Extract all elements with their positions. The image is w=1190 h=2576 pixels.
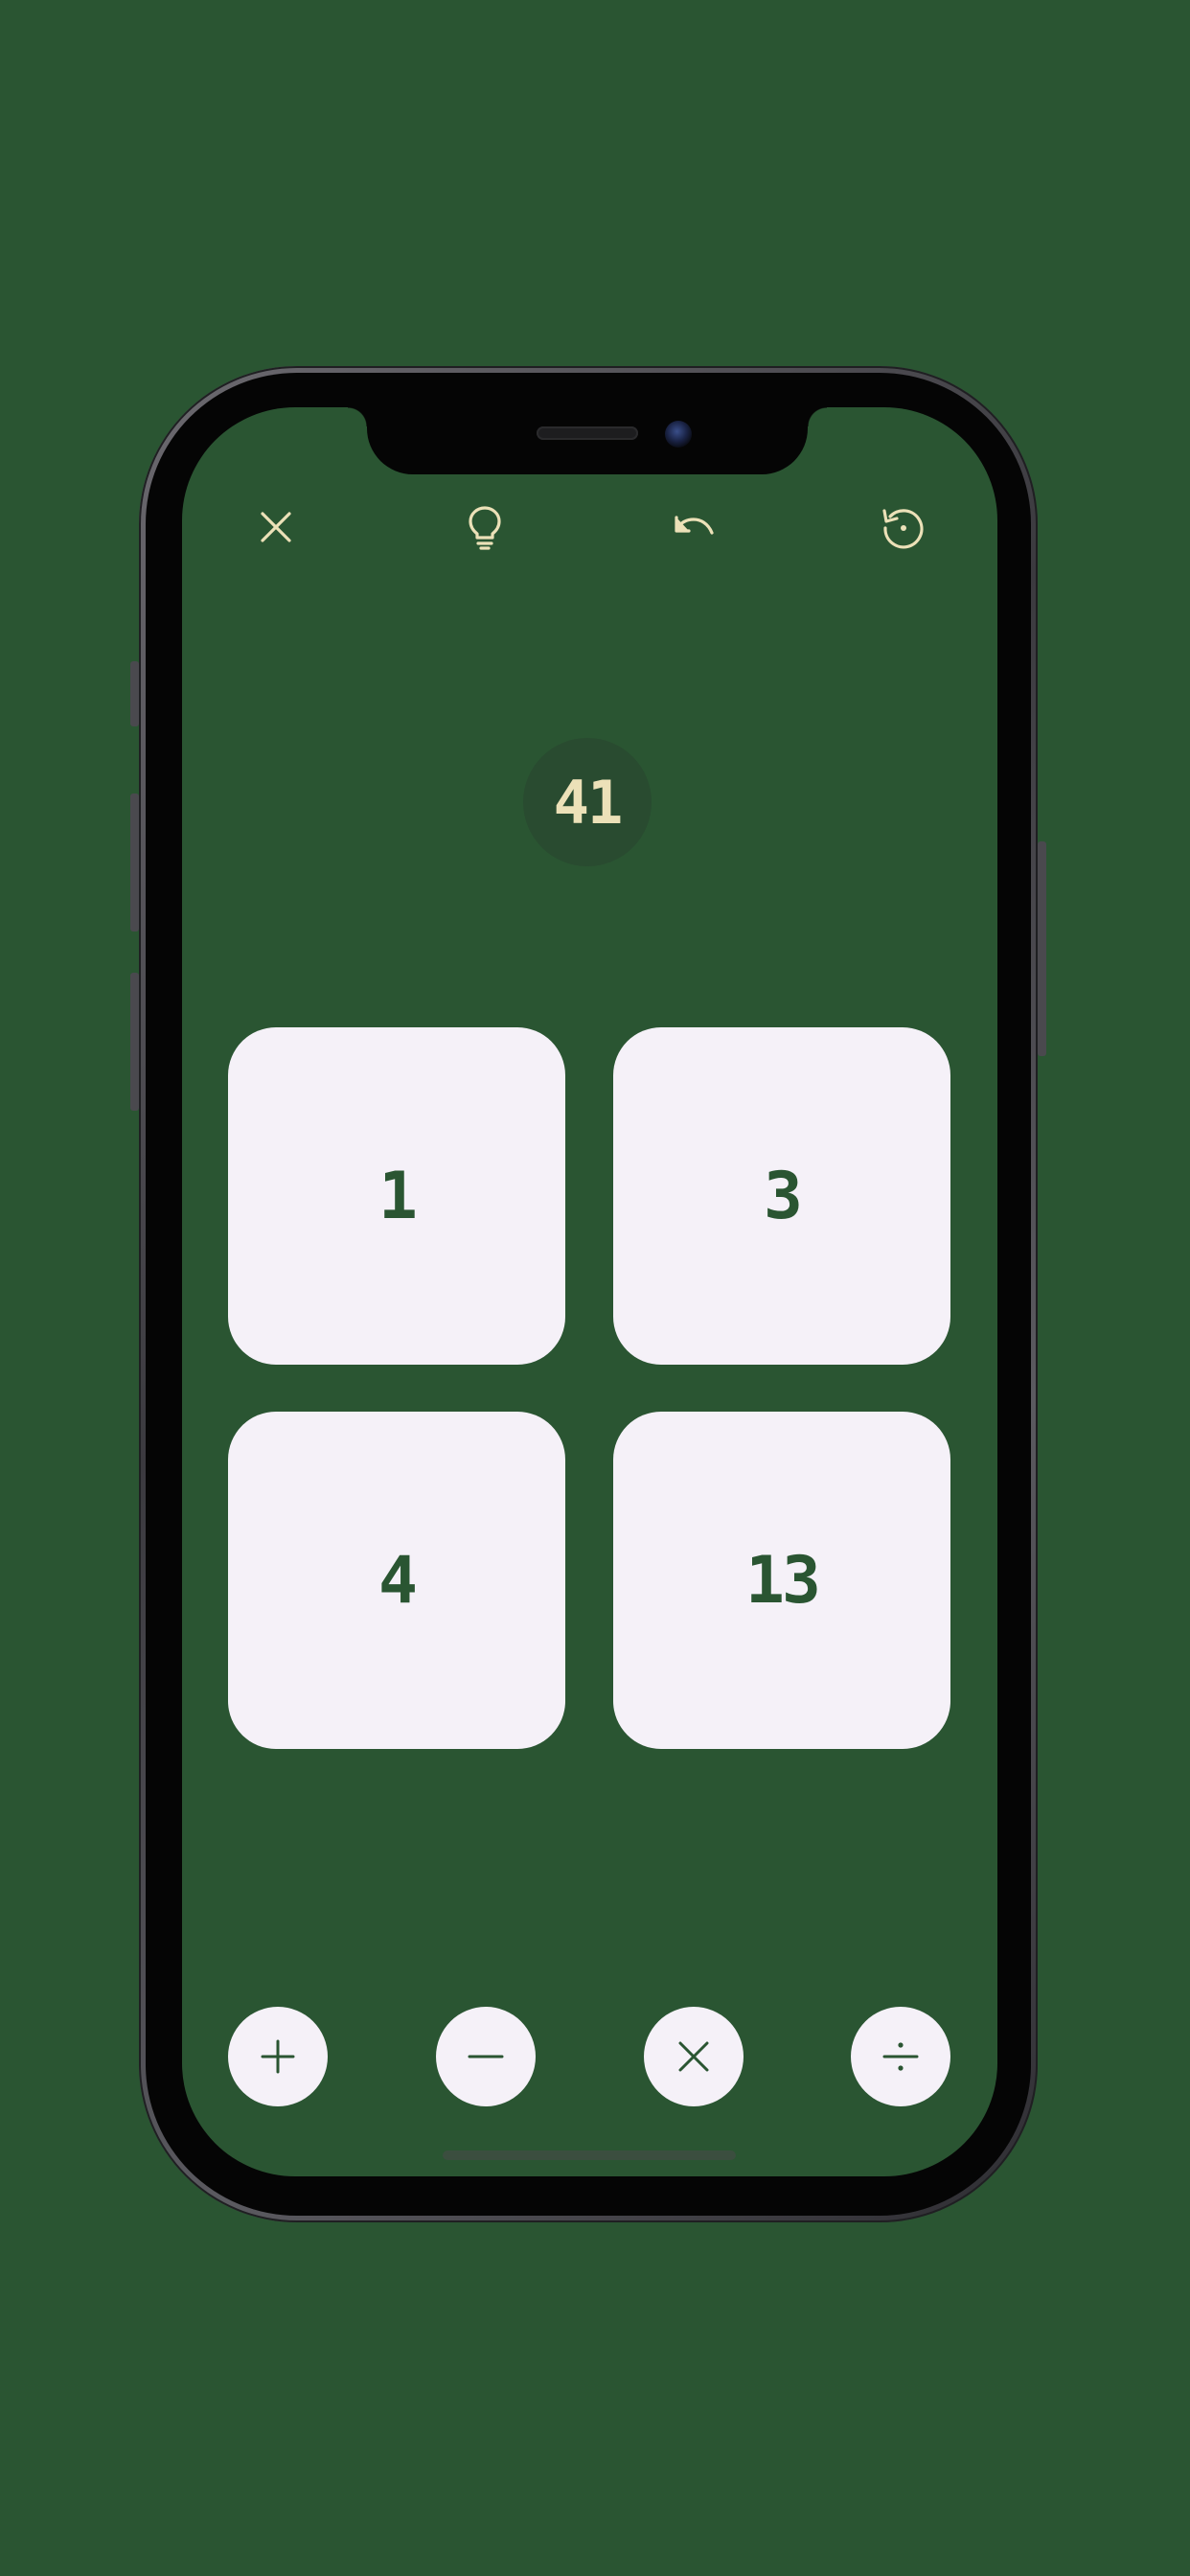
card-value: 13 [745,1542,821,1619]
undo-button[interactable] [665,498,722,556]
multiply-button[interactable] [644,2007,744,2106]
close-icon [261,512,291,542]
page: 41 1 3 4 13 [0,0,1190,2576]
power-button [1038,841,1046,1056]
home-indicator[interactable] [443,2150,736,2160]
volume-down-button [130,973,139,1111]
target-number: 41 [523,738,652,866]
card-value: 3 [764,1158,803,1234]
volume-up-button [130,794,139,932]
restart-icon [882,509,924,549]
minus-icon [468,2055,504,2058]
number-card[interactable]: 3 [613,1027,950,1365]
hint-button[interactable] [456,498,514,556]
add-button[interactable] [228,2007,328,2106]
mute-switch [130,661,139,726]
divide-button[interactable] [851,2007,950,2106]
number-card[interactable]: 4 [228,1412,565,1749]
divide-icon [882,2042,919,2071]
plus-icon [261,2039,295,2074]
restart-button[interactable] [874,498,931,556]
subtract-button[interactable] [436,2007,536,2106]
number-card[interactable]: 13 [613,1412,950,1749]
close-button[interactable] [247,498,305,556]
target-value: 41 [553,767,624,838]
notch [348,407,827,474]
lightbulb-icon [469,506,501,550]
front-camera [665,421,692,448]
multiply-icon [678,2041,709,2072]
undo-icon [675,516,714,535]
number-card[interactable]: 1 [228,1027,565,1365]
card-value: 1 [378,1158,418,1234]
speaker-grille [537,426,638,440]
card-value: 4 [378,1542,418,1619]
